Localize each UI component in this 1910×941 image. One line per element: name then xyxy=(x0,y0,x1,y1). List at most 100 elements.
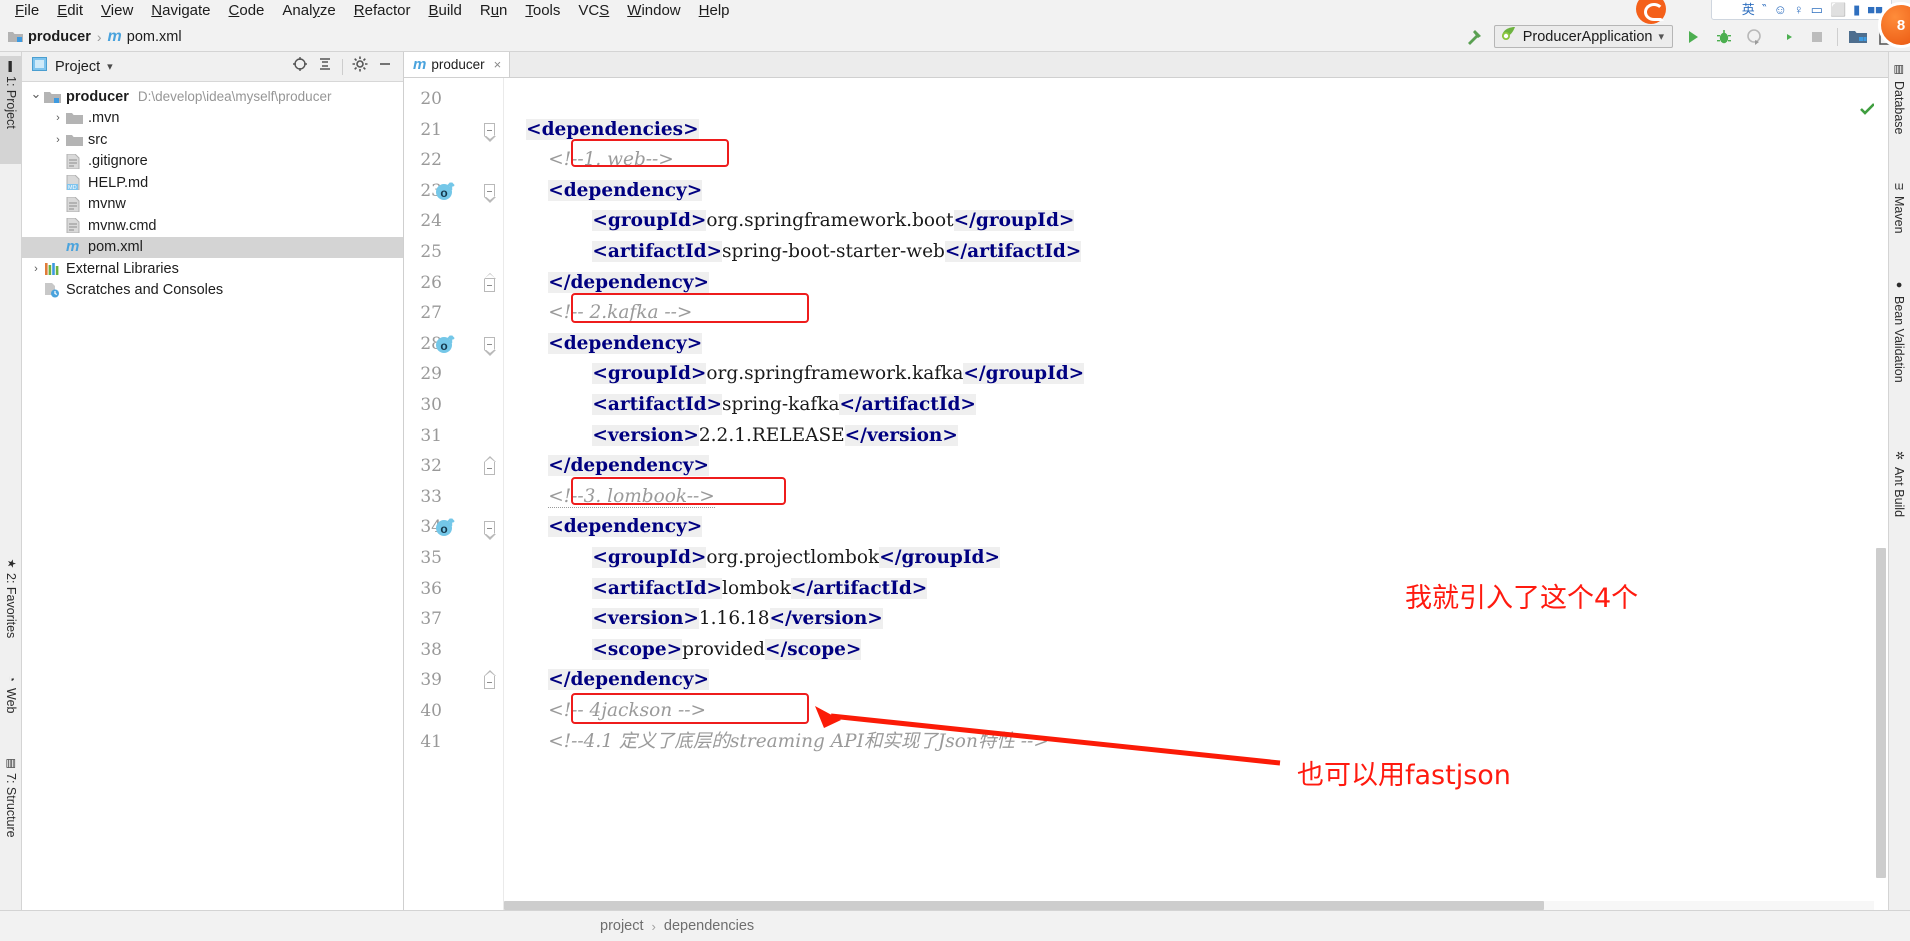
ime-glyph-0[interactable]: 英 xyxy=(1742,3,1755,16)
editor-gutter[interactable]: 20 21 22 23 o 24 25 26 27 28 o 29 30 31 32 33 34 o 35 36 37 3… xyxy=(404,78,504,910)
tree-twisty-icon[interactable]: › xyxy=(28,263,44,275)
module-icon xyxy=(8,30,23,43)
code-token: </dependency> xyxy=(548,455,709,477)
bug-icon[interactable] xyxy=(1713,26,1735,48)
libraries-icon xyxy=(44,262,62,276)
hide-icon[interactable] xyxy=(377,56,393,77)
project-panel-actions xyxy=(292,56,397,77)
horizontal-scroll-thumb[interactable] xyxy=(504,901,1544,910)
code-fold-collapse-down[interactable] xyxy=(482,336,496,357)
tool-window-tab-antbuild[interactable]: ✲ Ant Build xyxy=(1888,444,1910,536)
close-icon[interactable]: × xyxy=(494,57,502,72)
tree-twisty-icon[interactable]: › xyxy=(50,112,66,124)
code-fold-collapse-up[interactable] xyxy=(482,670,496,690)
chevron-down-icon[interactable]: ▾ xyxy=(107,60,113,73)
code-line-26: </dependency> xyxy=(548,268,709,299)
project-tree-item-producer[interactable]: ⌄ producer D:\develop\idea\myself\producer xyxy=(22,86,403,108)
menu-item-edit[interactable]: Edit xyxy=(48,0,92,22)
tool-window-tab-label: Ant Build xyxy=(1892,467,1906,518)
left-tool-window-bar: ▬ 1: Project ★ 2: Favorites ◔ Web ▤ 7: Structur… xyxy=(0,52,22,910)
tool-window-tab-web[interactable]: ◔ Web xyxy=(0,668,22,730)
editor-horizontal-scrollbar[interactable] xyxy=(504,901,1874,910)
inspection-stripe[interactable] xyxy=(1860,78,1875,910)
menu-item-file[interactable]: File xyxy=(6,0,48,22)
collapse-all-icon[interactable] xyxy=(317,56,333,77)
status-breadcrumb-item-dependencies[interactable]: dependencies xyxy=(664,918,754,934)
sogou-ime-toolbar[interactable]: 英 ‶ ☺ ♀ ▭ ⬜ ▮ ■■ xyxy=(1710,0,1892,20)
play-icon[interactable] xyxy=(1682,26,1704,48)
tool-window-tab-label: Bean Validation xyxy=(1892,296,1906,383)
code-fold-collapse-down[interactable] xyxy=(482,519,496,540)
menu-item-build[interactable]: Build xyxy=(419,0,470,22)
spring-bean-icon[interactable]: o xyxy=(434,179,456,201)
menu-item-view[interactable]: View xyxy=(92,0,142,22)
project-tree-item-src[interactable]: › src xyxy=(22,129,403,151)
code-token: <!--1. web--> xyxy=(548,149,674,171)
code-token: spring-boot-starter-web xyxy=(722,241,945,262)
code-token: </groupId> xyxy=(963,363,1085,385)
menu-item-help[interactable]: Help xyxy=(690,0,739,22)
breadcrumb-item-producer[interactable]: producer xyxy=(8,29,91,45)
code-token: <version> xyxy=(592,608,699,630)
code-editor[interactable]: 20 21 22 23 o 24 25 26 27 28 o 29 30 31 32 33 34 o 35 36 37 3… xyxy=(404,78,1888,910)
project-tree-item-label: Scratches and Consoles xyxy=(66,282,224,299)
code-content[interactable]: <dependencies> <!--1. web--> <dependency> <… xyxy=(504,78,1888,910)
ime-glyph-2[interactable]: ☺ xyxy=(1774,3,1787,16)
structure-icon: ▤ xyxy=(4,757,18,769)
project-tree-item-mvn[interactable]: › .mvn xyxy=(22,108,403,130)
tree-twisty-icon[interactable]: ⌄ xyxy=(28,86,44,102)
project-tree-item-gitignore[interactable]: .gitignore xyxy=(22,151,403,173)
spring-bean-icon[interactable]: o xyxy=(434,332,456,354)
tool-window-tab-maven[interactable]: m Maven xyxy=(1888,177,1910,255)
menu-item-analyze[interactable]: Analyze xyxy=(273,0,344,22)
project-structure-icon[interactable] xyxy=(1847,26,1869,48)
tool-window-tab-project[interactable]: ▬ 1: Project xyxy=(0,56,22,164)
project-tree-item-scratchesandconsoles[interactable]: Scratches and Consoles xyxy=(22,280,403,302)
menu-item-navigate[interactable]: Navigate xyxy=(142,0,219,22)
vertical-scroll-thumb[interactable] xyxy=(1876,548,1886,878)
menu-item-vcs[interactable]: VCS xyxy=(569,0,618,22)
locate-icon[interactable] xyxy=(292,56,308,77)
code-line-30: <artifactId>spring-kafka</artifactId> xyxy=(592,390,976,421)
status-breadcrumb-item-project[interactable]: project xyxy=(600,918,644,934)
project-tree-item-helpmd[interactable]: MD HELP.md xyxy=(22,172,403,194)
code-fold-collapse-up[interactable] xyxy=(482,272,496,292)
ime-glyph-5[interactable]: ⬜ xyxy=(1830,3,1846,16)
hammer-icon[interactable] xyxy=(1463,26,1485,48)
code-fold-collapse-down[interactable] xyxy=(482,183,496,204)
code-fold-collapse-down[interactable] xyxy=(482,122,496,143)
run-configuration-selector[interactable]: ProducerApplication ▾ xyxy=(1493,25,1673,48)
settings-gear-icon[interactable] xyxy=(352,56,368,77)
ime-glyph-4[interactable]: ▭ xyxy=(1811,3,1823,16)
menu-item-refactor[interactable]: Refactor xyxy=(345,0,420,22)
spring-bean-icon[interactable]: o xyxy=(434,515,456,537)
project-tree-item-mvnwcmd[interactable]: mvnw.cmd xyxy=(22,215,403,237)
tool-window-tab-label: Maven xyxy=(1892,196,1906,234)
editor-vertical-scrollbar[interactable] xyxy=(1874,78,1888,910)
project-tree-item-externallibraries[interactable]: › External Libraries xyxy=(22,258,403,280)
breadcrumb-item-pomxml[interactable]: m pom.xml xyxy=(108,28,182,46)
ime-glyph-6[interactable]: ▮ xyxy=(1853,3,1860,16)
stop-icon xyxy=(1806,26,1828,48)
editor-tab-producer[interactable]: m producer × xyxy=(404,52,511,77)
menu-item-window[interactable]: Window xyxy=(618,0,689,22)
ime-glyph-1[interactable]: ‶ xyxy=(1762,3,1767,16)
code-line-22: <!--1. web--> xyxy=(548,145,674,176)
project-tree-item-mvnw[interactable]: mvnw xyxy=(22,194,403,216)
coverage-icon xyxy=(1744,26,1766,48)
right-tool-window-bar: ▤ Database m Maven ● Bean Validation ✲ Ant Buil… xyxy=(1888,52,1910,910)
tool-window-tab-beanvalidation[interactable]: ● Bean Validation xyxy=(1888,274,1910,424)
ime-glyph-3[interactable]: ♀ xyxy=(1794,3,1804,16)
code-fold-collapse-up[interactable] xyxy=(482,456,496,476)
tool-window-tab-favorites[interactable]: ★ 2: Favorites xyxy=(0,552,22,654)
profiler-icon[interactable] xyxy=(1775,26,1797,48)
menu-item-code[interactable]: Code xyxy=(220,0,274,22)
code-token: <artifactId> xyxy=(592,577,723,599)
menu-item-tools[interactable]: Tools xyxy=(516,0,569,22)
project-tree-item-pomxml[interactable]: m pom.xml xyxy=(22,236,403,258)
menu-item-run[interactable]: Run xyxy=(471,0,517,22)
tool-window-tab-structure[interactable]: ▤ 7: Structure xyxy=(0,752,22,860)
svg-text:MD: MD xyxy=(68,185,77,190)
tree-twisty-icon[interactable]: › xyxy=(50,134,66,146)
tool-window-tab-database[interactable]: ▤ Database xyxy=(1888,58,1910,156)
